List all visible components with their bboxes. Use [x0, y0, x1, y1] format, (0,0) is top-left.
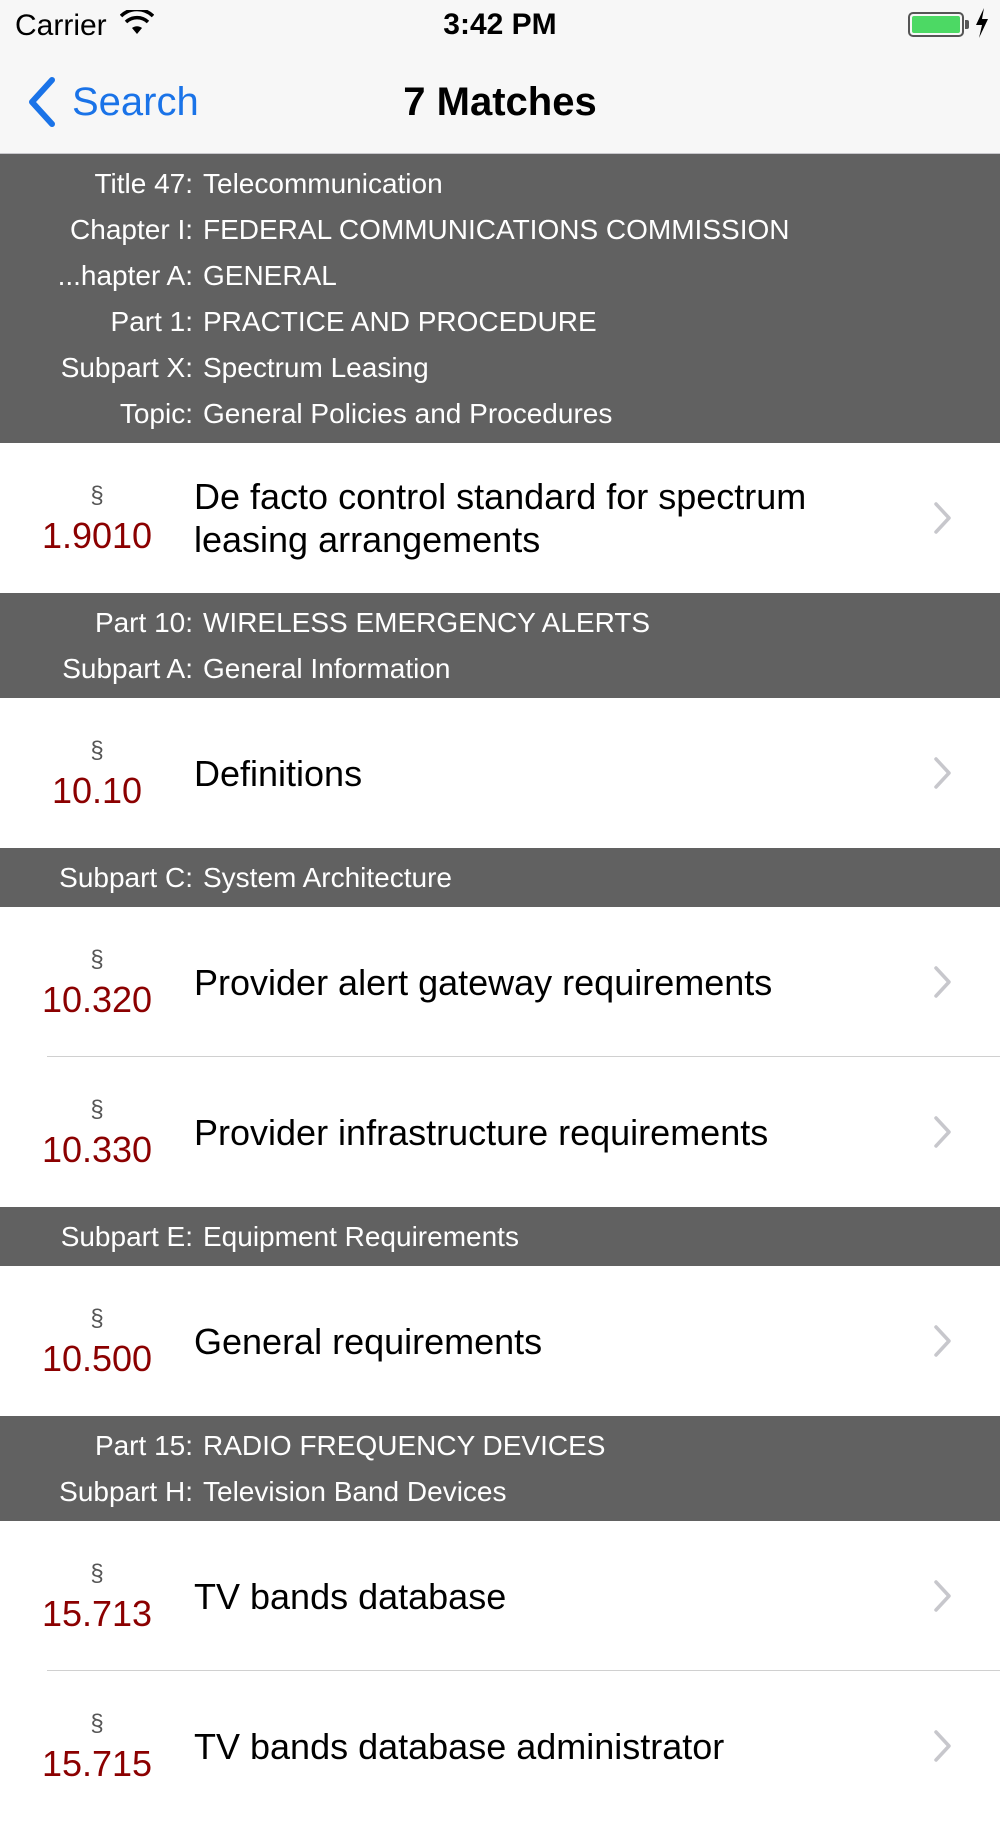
disclosure-chevron-icon: [908, 1579, 978, 1613]
header-label: Subpart H:: [59, 1476, 193, 1507]
list-item[interactable]: § 10.10 Definitions: [0, 698, 1000, 848]
section-number-block: § 15.715: [0, 1706, 194, 1786]
header-value: General Policies and Procedures: [203, 398, 613, 429]
section-header-line: Subpart X: Spectrum Leasing: [0, 345, 1000, 391]
section-header-line: Subpart A: General Information: [0, 646, 1000, 692]
clock: 3:42 PM: [443, 8, 557, 41]
header-label: Subpart A:: [62, 653, 193, 684]
section-number-block: § 10.10: [0, 733, 194, 813]
section-header: Subpart E: Equipment Requirements: [0, 1207, 1000, 1266]
section-header-line: Topic: General Policies and Procedures: [0, 391, 1000, 437]
disclosure-chevron-icon: [908, 501, 978, 535]
header-label: Part 15:: [94, 1430, 193, 1461]
header-value: FEDERAL COMMUNICATIONS COMMISSION: [203, 214, 790, 245]
section-number: 15.713: [41, 1593, 153, 1634]
list-item[interactable]: § 10.500 General requirements: [0, 1266, 1000, 1416]
list-item[interactable]: § 1.9010 De facto control standard for s…: [0, 443, 1000, 593]
header-value: PRACTICE AND PROCEDURE: [203, 306, 597, 337]
section-number: 10.320: [41, 979, 153, 1020]
header-value: Equipment Requirements: [203, 1221, 519, 1252]
disclosure-chevron-icon: [908, 1115, 978, 1149]
section-header: Subpart C: System Architecture: [0, 848, 1000, 907]
section-header: Title 47: Telecommunication Chapter I: FEDE…: [0, 154, 1000, 443]
section-title: De facto control standard for spectrum l…: [194, 476, 807, 560]
status-bar: Carrier 3:42 PM: [0, 0, 1000, 50]
section-number: 10.10: [51, 770, 143, 811]
section-number: 15.715: [41, 1743, 153, 1784]
section-header-line: Part 10: WIRELESS EMERGENCY ALERTS: [0, 600, 1000, 646]
header-label: Subpart C:: [59, 862, 193, 893]
header-value: Television Band Devices: [203, 1476, 507, 1507]
section-title: Definitions: [194, 752, 363, 794]
battery-icon: [908, 12, 969, 37]
results-list: Title 47: Telecommunication Chapter I: FEDE…: [0, 154, 1000, 1821]
section-symbol: §: [90, 737, 104, 764]
header-label: Subpart E:: [60, 1221, 193, 1252]
disclosure-chevron-icon: [908, 756, 978, 790]
header-label: Title 47:: [94, 168, 193, 199]
section-header-line: Subpart H: Television Band Devices: [0, 1469, 1000, 1515]
section-symbol: §: [90, 1710, 104, 1737]
section-header-line: Subpart E: Equipment Requirements: [0, 1214, 1000, 1260]
header-label: Chapter I:: [70, 214, 193, 245]
section-header-line: Part 1: PRACTICE AND PROCEDURE: [0, 299, 1000, 345]
section-number: 10.330: [41, 1129, 153, 1170]
header-value: RADIO FREQUENCY DEVICES: [203, 1430, 606, 1461]
header-label: Part 10:: [94, 607, 193, 638]
section-title: Provider infrastructure requirements: [194, 1111, 769, 1153]
section-header-line: Part 15: RADIO FREQUENCY DEVICES: [0, 1423, 1000, 1469]
section-title: Provider alert gateway requirements: [194, 961, 773, 1003]
section-number-block: § 1.9010: [0, 478, 194, 558]
section-header-line: ...hapter A: GENERAL: [0, 253, 1000, 299]
section-number: 1.9010: [41, 515, 153, 556]
header-label: ...hapter A:: [57, 260, 193, 291]
section-symbol: §: [90, 1560, 104, 1587]
disclosure-chevron-icon: [908, 965, 978, 999]
charging-bolt-icon: [976, 8, 988, 38]
section-symbol: §: [90, 1305, 104, 1332]
section-number-block: § 10.320: [0, 942, 194, 1022]
section-header: Part 15: RADIO FREQUENCY DEVICES Subpart H…: [0, 1416, 1000, 1521]
header-value: GENERAL: [203, 260, 337, 291]
section-header: Part 10: WIRELESS EMERGENCY ALERTS Subpart…: [0, 593, 1000, 698]
section-number-block: § 10.500: [0, 1301, 194, 1381]
header-value: WIRELESS EMERGENCY ALERTS: [203, 607, 651, 638]
page-title: 7 Matches: [403, 80, 597, 124]
section-title: TV bands database: [194, 1575, 507, 1617]
section-number-block: § 10.330: [0, 1092, 194, 1172]
section-header-line: Subpart C: System Architecture: [0, 855, 1000, 901]
disclosure-chevron-icon: [908, 1324, 978, 1358]
list-item[interactable]: § 15.713 TV bands database: [0, 1521, 1000, 1671]
list-item[interactable]: § 10.330 Provider infrastructure require…: [0, 1057, 1000, 1207]
section-title: General requirements: [194, 1320, 543, 1362]
navigation-bar: Search 7 Matches: [0, 50, 1000, 154]
header-label: Subpart X:: [60, 352, 193, 383]
list-item[interactable]: § 15.715 TV bands database administrator: [0, 1671, 1000, 1821]
section-header-line: Chapter I: FEDERAL COMMUNICATIONS COMMISS…: [0, 207, 1000, 253]
list-item[interactable]: § 10.320 Provider alert gateway requirem…: [0, 907, 1000, 1057]
section-number: 10.500: [41, 1338, 153, 1379]
header-value: Telecommunication: [203, 168, 443, 199]
header-label: Topic:: [119, 398, 193, 429]
section-symbol: §: [90, 946, 104, 973]
header-value: General Information: [203, 653, 451, 684]
section-title: TV bands database administrator: [194, 1725, 725, 1767]
section-header-line: Title 47: Telecommunication: [0, 161, 1000, 207]
header-value: Spectrum Leasing: [203, 352, 429, 383]
disclosure-chevron-icon: [908, 1729, 978, 1763]
header-label: Part 1:: [110, 306, 193, 337]
section-symbol: §: [90, 1096, 104, 1123]
section-number-block: § 15.713: [0, 1556, 194, 1636]
section-symbol: §: [90, 482, 104, 509]
header-value: System Architecture: [203, 862, 452, 893]
